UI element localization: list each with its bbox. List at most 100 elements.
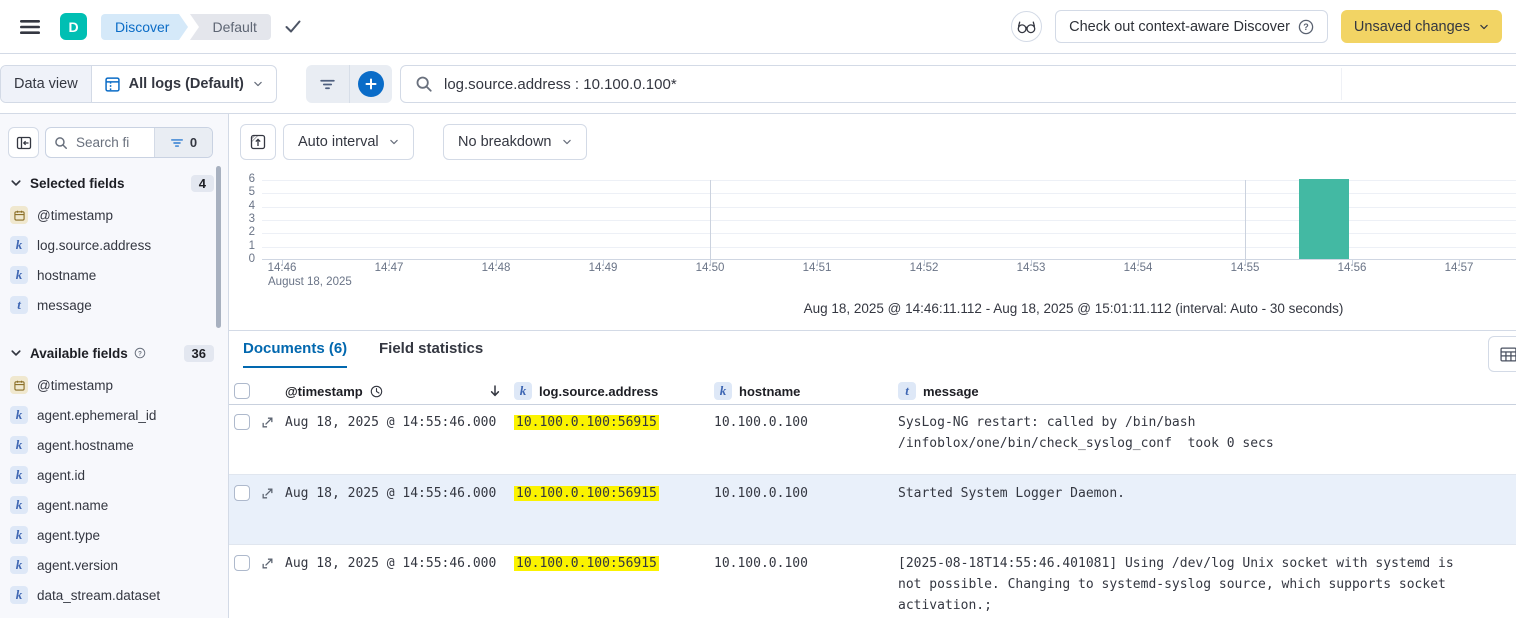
field-name: message: [37, 298, 92, 313]
expand-document-icon[interactable]: [258, 475, 285, 500]
breakdown-dropdown[interactable]: No breakdown: [443, 124, 587, 160]
row-checkbox[interactable]: [234, 414, 250, 430]
field-item-agent.name[interactable]: kagent.name: [0, 490, 218, 520]
data-view-picker[interactable]: Data view All logs (Default): [0, 65, 277, 103]
field-name: @timestamp: [37, 378, 113, 393]
chevron-down-icon: [10, 177, 22, 189]
expand-document-icon[interactable]: [258, 404, 285, 429]
keyword-field-icon: k: [514, 382, 532, 400]
keyword-field-icon: k: [714, 382, 732, 400]
collapse-sidebar-button[interactable]: [8, 127, 39, 158]
field-item-agent.id[interactable]: kagent.id: [0, 460, 218, 490]
field-name: data_stream.dataset: [37, 588, 160, 603]
section-divider: [229, 330, 1516, 331]
select-all-checkbox[interactable]: [234, 383, 250, 399]
help-icon: ?: [134, 347, 146, 359]
context-aware-discover-button[interactable]: Check out context-aware Discover ?: [1055, 10, 1328, 43]
cell-message: [2025-08-18T14:55:46.401081] Using /dev/…: [898, 545, 1516, 616]
keyword-field-icon: k: [10, 406, 28, 424]
column-log-source-address[interactable]: k log.source.address: [514, 382, 714, 400]
filter-icon: [170, 136, 184, 150]
query-text: log.source.address : 10.100.0.100*: [444, 76, 677, 93]
keyword-field-icon: k: [10, 586, 28, 604]
main-panel: Auto interval No breakdown 0123456 14:46…: [229, 114, 1516, 618]
text-field-icon: t: [10, 296, 28, 314]
breadcrumb-discover[interactable]: Discover: [101, 14, 179, 40]
selected-fields-count: 4: [191, 175, 214, 192]
available-fields-title: Available fields: [30, 346, 128, 361]
cell-timestamp: Aug 18, 2025 @ 14:55:46.000: [285, 545, 514, 574]
svg-text:?: ?: [1303, 22, 1309, 32]
hamburger-icon: [20, 19, 40, 35]
field-filter-button[interactable]: 0: [154, 128, 212, 157]
field-search-placeholder: Search fi: [76, 135, 129, 150]
selected-fields-list: @timestamp klog.source.address k hostname tm…: [0, 200, 218, 320]
tab-documents[interactable]: Documents (6): [243, 340, 347, 368]
saved-query-filter-button[interactable]: [306, 65, 349, 103]
field-item-@timestamp[interactable]: @timestamp: [0, 370, 218, 400]
display-options-button[interactable]: [1488, 336, 1516, 372]
cell-source: 10.100.0.100:56915: [514, 545, 714, 574]
date-field-icon: [10, 376, 28, 394]
add-filter-button[interactable]: [349, 65, 392, 103]
field-item-hostname[interactable]: k hostname: [0, 260, 218, 290]
column-hostname[interactable]: k hostname: [714, 382, 898, 400]
chart-panel-icon: [250, 134, 266, 150]
sort-descending-icon[interactable]: [488, 384, 502, 398]
interval-dropdown[interactable]: Auto interval: [283, 124, 414, 160]
clock-icon: [370, 385, 383, 398]
source-column-label: log.source.address: [539, 384, 658, 399]
chart-options-button[interactable]: [240, 124, 276, 160]
data-view-label: Data view: [1, 66, 92, 102]
breakdown-label: No breakdown: [458, 134, 552, 150]
menu-button[interactable]: [14, 11, 46, 43]
field-item-agent.version[interactable]: kagent.version: [0, 550, 218, 580]
selected-fields-header[interactable]: Selected fields 4: [0, 172, 228, 194]
chevron-down-icon: [389, 137, 399, 147]
time-range-caption: Aug 18, 2025 @ 14:46:11.112 - Aug 18, 20…: [262, 301, 1516, 316]
breadcrumb-default[interactable]: Default: [190, 14, 270, 40]
documents-table-header: @timestamp k log.source.address k hostna…: [229, 378, 1516, 405]
interval-label: Auto interval: [298, 134, 379, 150]
table-row: Aug 18, 2025 @ 14:55:46.000 10.100.0.100…: [229, 404, 1516, 475]
fields-sidebar: Search fi 0 Selected fields 4 @timestamp…: [0, 114, 229, 618]
plus-icon: [358, 71, 384, 97]
field-item-agent.ephemeral_id[interactable]: kagent.ephemeral_id: [0, 400, 218, 430]
field-name: hostname: [37, 268, 96, 283]
field-item-data_stream.dataset[interactable]: k data_stream.dataset: [0, 580, 218, 610]
breadcrumb: Discover Default: [101, 14, 271, 40]
field-item-log.source.address[interactable]: klog.source.address: [0, 230, 218, 260]
field-item-agent.hostname[interactable]: kagent.hostname: [0, 430, 218, 460]
message-column-label: message: [923, 384, 979, 399]
query-input[interactable]: log.source.address : 10.100.0.100*: [400, 65, 1516, 103]
expand-document-icon[interactable]: [258, 545, 285, 570]
field-name: log.source.address: [37, 238, 151, 253]
unsaved-changes-label: Unsaved changes: [1354, 19, 1470, 35]
filter-icon: [319, 76, 336, 93]
cell-timestamp: Aug 18, 2025 @ 14:55:46.000: [285, 404, 514, 433]
column-message[interactable]: t message: [898, 382, 1516, 400]
unsaved-changes-button[interactable]: Unsaved changes: [1341, 10, 1502, 43]
highlighted-value: 10.100.0.100:56915: [514, 486, 659, 501]
date-field-icon: [10, 206, 28, 224]
text-field-icon: t: [898, 382, 916, 400]
field-item-agent.type[interactable]: kagent.type: [0, 520, 218, 550]
histogram-bar: [1299, 179, 1350, 259]
tab-field-statistics[interactable]: Field statistics: [379, 340, 483, 357]
column-timestamp[interactable]: @timestamp: [285, 384, 514, 399]
glasses-icon[interactable]: [1011, 11, 1042, 42]
available-fields-header[interactable]: Available fields ? 36: [0, 342, 228, 364]
field-search-input[interactable]: Search fi 0: [45, 127, 213, 158]
field-item-@timestamp[interactable]: @timestamp: [0, 200, 218, 230]
field-name: agent.type: [37, 528, 100, 543]
row-checkbox[interactable]: [234, 485, 250, 501]
cell-hostname: 10.100.0.100: [714, 475, 898, 504]
table-grid-icon: [1500, 347, 1516, 362]
keyword-field-icon: k: [10, 466, 28, 484]
row-checkbox[interactable]: [234, 555, 250, 571]
search-icon: [54, 136, 68, 150]
field-name: @timestamp: [37, 208, 113, 223]
chevron-down-icon: [1479, 22, 1489, 32]
field-item-message[interactable]: t message: [0, 290, 218, 320]
keyword-field-icon: k: [10, 266, 28, 284]
